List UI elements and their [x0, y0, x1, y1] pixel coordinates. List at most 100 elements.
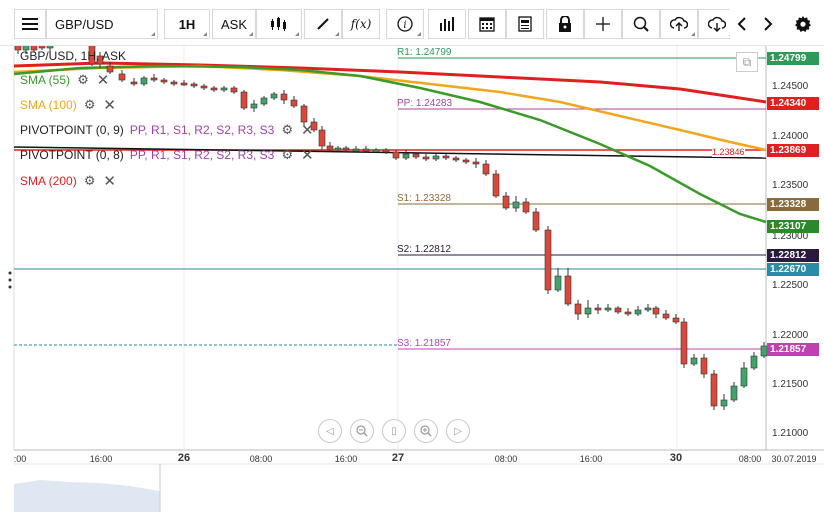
- function-icon: f(x): [350, 17, 372, 31]
- candle-body: [392, 151, 400, 159]
- svg-text:i: i: [403, 20, 406, 31]
- scroll-left-button[interactable]: ◁: [318, 419, 342, 443]
- timeframe-label: 1H: [178, 16, 196, 32]
- chart-type-button[interactable]: [256, 9, 302, 39]
- reset-icon: ▯: [391, 425, 397, 437]
- menu-button[interactable]: [14, 9, 46, 39]
- gear-icon[interactable]: ⚙: [280, 147, 294, 162]
- gear-icon[interactable]: ⚙: [83, 97, 97, 112]
- calendar-icon: [479, 17, 495, 32]
- close-icon[interactable]: ✕: [300, 122, 314, 139]
- zoom-in-icon: [420, 425, 432, 437]
- candle-body: [522, 201, 530, 213]
- price-axis-label: 1.22000: [772, 330, 809, 341]
- timeframe-selector[interactable]: 1H: [164, 9, 210, 39]
- price-tag-s2: 1.22812: [767, 249, 819, 262]
- crosshair-icon: [596, 17, 610, 31]
- time-axis-label: 08:00: [494, 454, 518, 464]
- pivot-s2-label: S2: 1.22812: [397, 244, 451, 255]
- zoom-out-button[interactable]: [350, 419, 374, 443]
- price-tag-current: 1.23869: [767, 144, 819, 157]
- time-axis-label: 16:00: [334, 454, 358, 464]
- price-axis-label: 1.21500: [772, 379, 809, 390]
- crosshair-button[interactable]: [584, 9, 622, 39]
- candle-body: [130, 81, 138, 85]
- candle-body: [472, 161, 480, 165]
- toolbar: GBP/USD 1H ASK f(x) i: [0, 0, 824, 46]
- pivot-s1-label: S1: 1.23328: [397, 193, 451, 204]
- legend-pivot-8[interactable]: PIVOTPOINT (0, 8) PP, R1, S1, R2, S2, R3…: [20, 147, 314, 164]
- candle-body: [270, 93, 278, 99]
- symbol-selector[interactable]: GBP/USD: [46, 9, 158, 39]
- candle-body: [554, 275, 562, 291]
- sma100-label: SMA (100): [20, 98, 77, 112]
- candle-body: [614, 307, 622, 313]
- zoom-out-icon: [356, 425, 368, 437]
- gear-icon[interactable]: ⚙: [76, 72, 90, 87]
- close-icon[interactable]: ✕: [103, 97, 117, 114]
- zoom-button[interactable]: [622, 9, 660, 39]
- candle-body: [502, 195, 510, 209]
- pivot9-label: PIVOTPOINT (0, 9): [20, 123, 124, 137]
- time-axis-label: 30: [669, 452, 683, 464]
- price-tag-s1: 1.23328: [767, 198, 819, 211]
- candle-body: [362, 148, 370, 152]
- info-button[interactable]: i: [386, 9, 424, 39]
- candle-body: [210, 87, 218, 91]
- candle-body: [402, 153, 410, 159]
- expand-icon[interactable]: ⧉: [736, 52, 758, 72]
- price-type-selector[interactable]: ASK: [212, 9, 256, 39]
- candle-body: [46, 46, 54, 49]
- candle-body: [574, 303, 582, 315]
- price-tag-s3: 1.21857: [767, 343, 819, 356]
- candle-body: [442, 155, 450, 159]
- settings-icon: [795, 16, 811, 32]
- candle-body: [680, 321, 688, 365]
- candle-body: [326, 145, 334, 151]
- candle-body: [644, 307, 652, 311]
- resize-handle-icon[interactable]: [8, 270, 12, 290]
- candle-body: [118, 73, 126, 81]
- indicators-button[interactable]: f(x): [342, 9, 380, 39]
- upload-button[interactable]: [660, 9, 698, 39]
- inline-price-label: 1.23846: [712, 147, 745, 157]
- legend-sma55[interactable]: SMA (55) ⚙ ✕: [20, 72, 110, 89]
- symbol-label: GBP/USD: [55, 16, 114, 32]
- lock-button[interactable]: [546, 9, 584, 39]
- menu-icon: [22, 18, 38, 30]
- legend-sma100[interactable]: SMA (100) ⚙ ✕: [20, 97, 117, 114]
- candle-body: [482, 163, 490, 175]
- gear-icon[interactable]: ⚙: [280, 122, 294, 137]
- close-icon[interactable]: ✕: [300, 147, 314, 164]
- bar-chart-icon: [440, 17, 454, 31]
- candle-body: [38, 46, 46, 49]
- next-button[interactable]: [756, 9, 780, 39]
- pivot8-label: PIVOTPOINT (0, 8): [20, 148, 124, 162]
- close-icon[interactable]: ✕: [103, 173, 117, 190]
- scroll-right-button[interactable]: ▷: [446, 419, 470, 443]
- pivot9-series: PP, R1, S1, R2, S2, R3, S3: [129, 123, 275, 137]
- close-icon[interactable]: ✕: [96, 72, 110, 89]
- candle-body: [492, 173, 500, 197]
- settings-button[interactable]: [790, 9, 816, 39]
- zoom-in-button[interactable]: [414, 419, 438, 443]
- candle-body: [150, 77, 158, 81]
- legend-pivot-9[interactable]: PIVOTPOINT (0, 9) PP, R1, S1, R2, S2, R3…: [20, 122, 314, 139]
- calendar-button[interactable]: [468, 9, 506, 39]
- candle-body: [412, 153, 420, 158]
- reset-view-button[interactable]: ▯: [382, 419, 406, 443]
- volume-button[interactable]: [428, 9, 466, 39]
- news-button[interactable]: [506, 9, 544, 39]
- prev-button[interactable]: [730, 9, 754, 39]
- candle-body: [672, 317, 680, 323]
- gear-icon[interactable]: ⚙: [83, 173, 97, 188]
- price-axis-label: 1.22500: [772, 280, 809, 291]
- legend-sma200[interactable]: SMA (200) ⚙ ✕: [20, 173, 117, 190]
- candle-body: [280, 93, 288, 101]
- chart-area[interactable]: GBP/USD, 1H, ASK SMA (55) ⚙ ✕ SMA (100) …: [0, 46, 824, 512]
- price-axis-label: 1.24000: [772, 131, 809, 142]
- info-icon: i: [397, 16, 413, 32]
- chart-navigation: ◁ ▯ ▷: [318, 419, 470, 443]
- draw-button[interactable]: [304, 9, 342, 39]
- candle-body: [260, 97, 268, 105]
